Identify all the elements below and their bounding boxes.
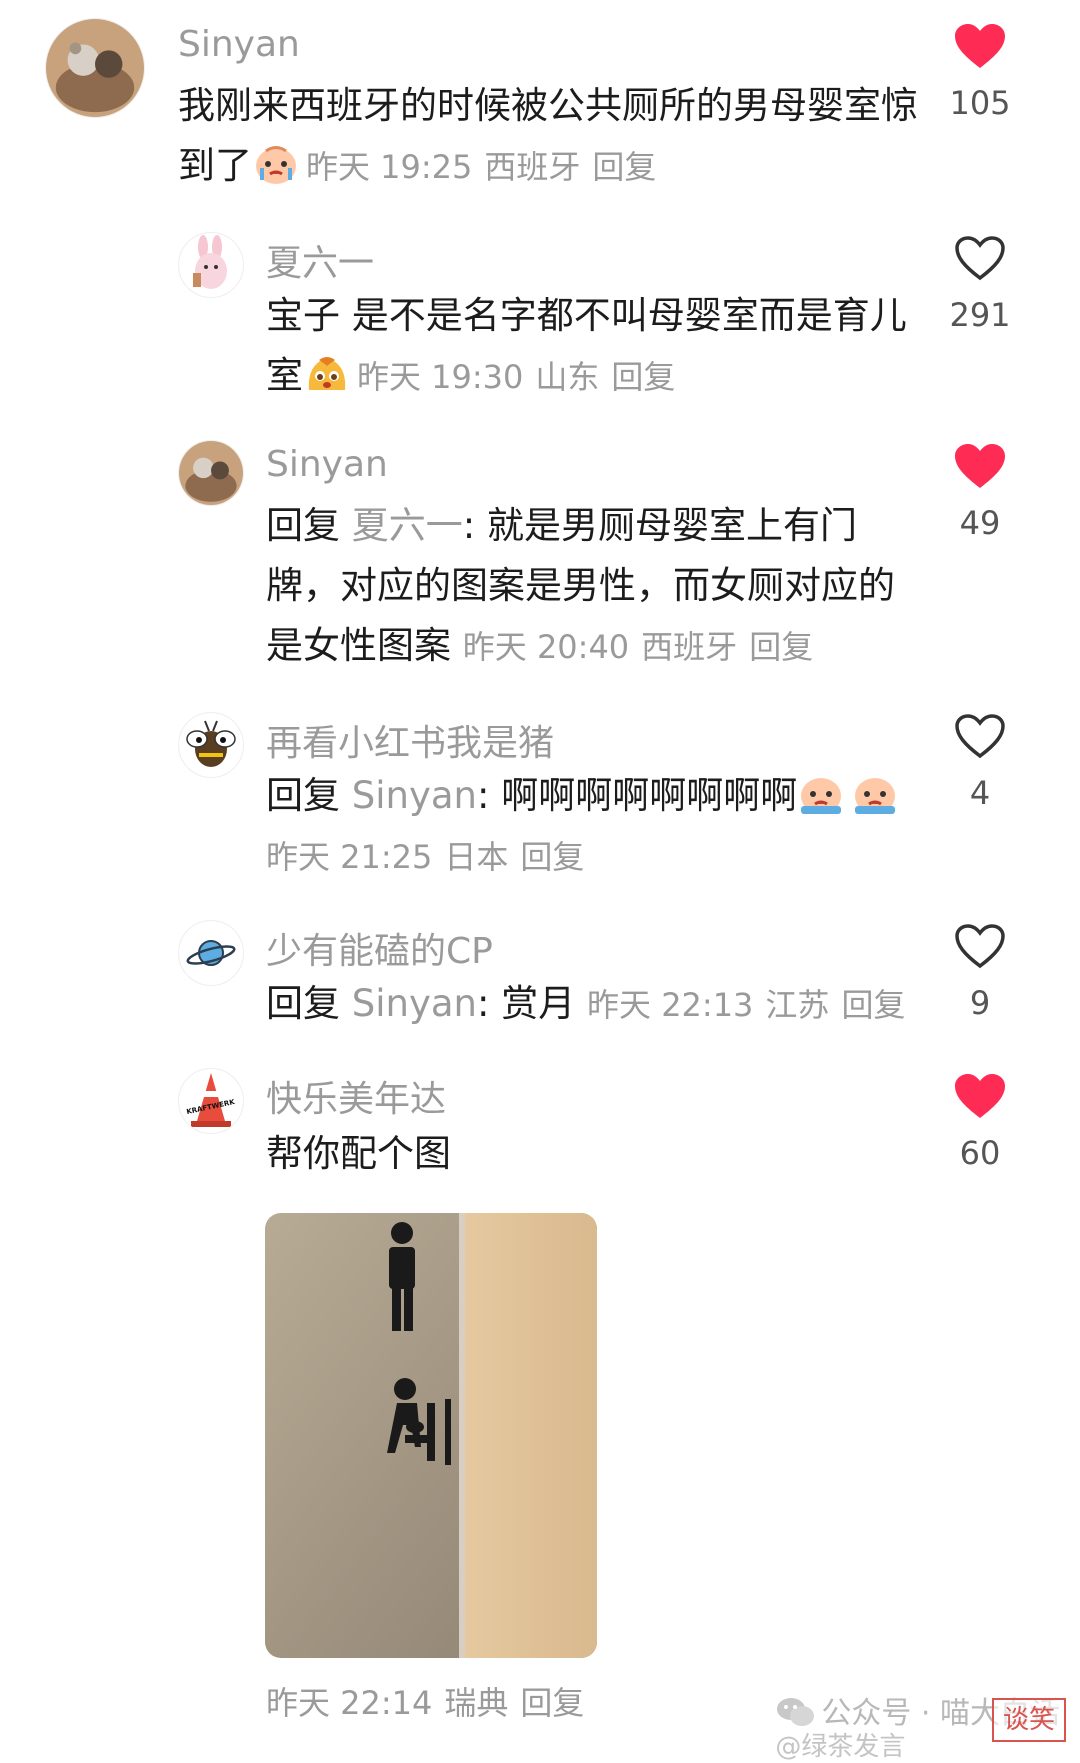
stamp-seal: 谈笑 [992, 1698, 1066, 1742]
reply-prefix: 回复 [266, 774, 340, 817]
comment-location: 日本 [444, 838, 509, 876]
comment-text-block: 回复 Sinyan: 赏月 昨天 22:13 江苏 回复 [266, 974, 926, 1035]
like-count: 105 [949, 84, 1011, 122]
comment-text: 赏月 [501, 982, 576, 1025]
avatar-meinianda[interactable]: KRAFTWERK [178, 1068, 244, 1134]
comment-text-block: 回复 夏六一: 就是男厕母婴室上有门牌，对应的图案是男性，而女厕对应的是女性图案… [266, 504, 895, 667]
avatar-sinyan[interactable] [45, 18, 145, 118]
comment-time: 昨天 20:40 [462, 628, 630, 666]
cats-avatar-icon [46, 19, 144, 117]
comment-meta: 昨天 20:40 西班牙 回复 [463, 628, 825, 666]
like-control[interactable]: 60 [920, 1072, 1040, 1172]
crying-baby-emoji-icon [252, 142, 300, 186]
reply-button[interactable]: 回复 [841, 986, 905, 1024]
heart-outline-icon[interactable] [953, 922, 1007, 970]
like-count: 291 [949, 296, 1011, 334]
heart-filled-icon[interactable] [953, 22, 1007, 70]
like-control[interactable]: 4 [920, 712, 1040, 812]
username[interactable]: Sinyan [178, 24, 300, 65]
like-count: 49 [959, 504, 1001, 542]
comment-meta: 昨天 21:25 日本 回复 [266, 838, 596, 876]
comment-time: 昨天 19:30 [357, 358, 524, 396]
username[interactable]: 夏六一 [266, 234, 374, 286]
comment-text-block: 宝子 是不是名字都不叫母婴室而是育儿室 昨天 19:30 山东 回复 [266, 286, 936, 407]
comment-meta: 昨天 19:30 山东 回复 [357, 358, 687, 396]
restroom-sign-image [265, 1213, 597, 1658]
username[interactable]: 快乐美年达 [266, 1070, 446, 1122]
attached-photo[interactable] [265, 1213, 597, 1658]
crying-baby-emoji-icon [797, 772, 845, 816]
comment-meta: 昨天 22:14 瑞典 回复 [266, 1678, 596, 1724]
wechat-icon [775, 1695, 815, 1729]
cats-avatar-icon [179, 441, 243, 505]
heart-outline-icon[interactable] [953, 234, 1007, 282]
crying-baby-emoji-icon [851, 772, 899, 816]
comment-time: 昨天 22:14 [266, 1684, 433, 1722]
planet-avatar-icon [179, 921, 243, 985]
reply-prefix: 回复 [266, 504, 340, 547]
heart-outline-icon[interactable] [953, 712, 1007, 760]
comment-time: 昨天 22:13 [587, 986, 754, 1024]
reply-to-username[interactable]: 夏六一 [352, 504, 463, 547]
reply-prefix: 回复 [266, 982, 340, 1025]
like-count: 60 [959, 1134, 1001, 1172]
avatar-sinyan[interactable] [178, 440, 244, 506]
reply-button[interactable]: 回复 [749, 628, 813, 666]
comment-location: 瑞典 [444, 1684, 509, 1722]
pudding-face-emoji-icon [303, 352, 351, 396]
reply-button[interactable]: 回复 [592, 148, 656, 186]
username[interactable]: 少有能磕的CP [266, 922, 493, 974]
reply-button[interactable]: 回复 [520, 1684, 584, 1722]
heart-filled-icon[interactable] [953, 1072, 1007, 1120]
like-count: 4 [969, 774, 991, 812]
like-count: 9 [969, 984, 991, 1022]
avatar-xialiuyi[interactable] [178, 232, 244, 298]
reply-button[interactable]: 回复 [611, 358, 675, 396]
bunny-avatar-icon [179, 233, 243, 297]
username[interactable]: Sinyan [266, 444, 388, 485]
comment-text-block: 回复 Sinyan: 啊啊啊啊啊啊啊啊 昨天 21:25 日本 回复 [266, 766, 916, 887]
reply-to-username[interactable]: Sinyan [352, 982, 477, 1025]
comment-time: 昨天 19:25 [306, 148, 473, 186]
comment-text-block: 我刚来西班牙的时候被公共厕所的男母婴室惊到了 昨天 19:25 西班牙 回复 [178, 76, 938, 197]
comment-location: 西班牙 [484, 148, 581, 186]
like-control[interactable]: 49 [920, 442, 1040, 542]
comment-text: 啊啊啊啊啊啊啊啊 [501, 774, 798, 817]
comment-meta: 昨天 22:13 江苏 回复 [587, 986, 917, 1024]
comment-meta: 昨天 19:25 西班牙 回复 [306, 148, 668, 186]
avatar-pig[interactable] [178, 712, 244, 778]
traffic-cone-avatar-icon: KRAFTWERK [179, 1069, 243, 1133]
reply-to-username[interactable]: Sinyan [352, 774, 477, 817]
like-control[interactable]: 105 [920, 22, 1040, 122]
reply-button[interactable]: 回复 [520, 838, 584, 876]
comment-location: 山东 [535, 358, 600, 396]
heart-filled-icon[interactable] [953, 442, 1007, 490]
comment-location: 江苏 [765, 986, 830, 1024]
username[interactable]: 再看小红书我是猪 [266, 714, 554, 766]
cartoon-bug-avatar-icon [179, 713, 243, 777]
like-control[interactable]: 291 [920, 234, 1040, 334]
avatar-cp[interactable] [178, 920, 244, 986]
like-control[interactable]: 9 [920, 922, 1040, 1022]
comment-location: 西班牙 [641, 628, 738, 666]
comment-text: 帮你配个图 [266, 1132, 451, 1175]
comment-time: 昨天 21:25 [266, 838, 433, 876]
